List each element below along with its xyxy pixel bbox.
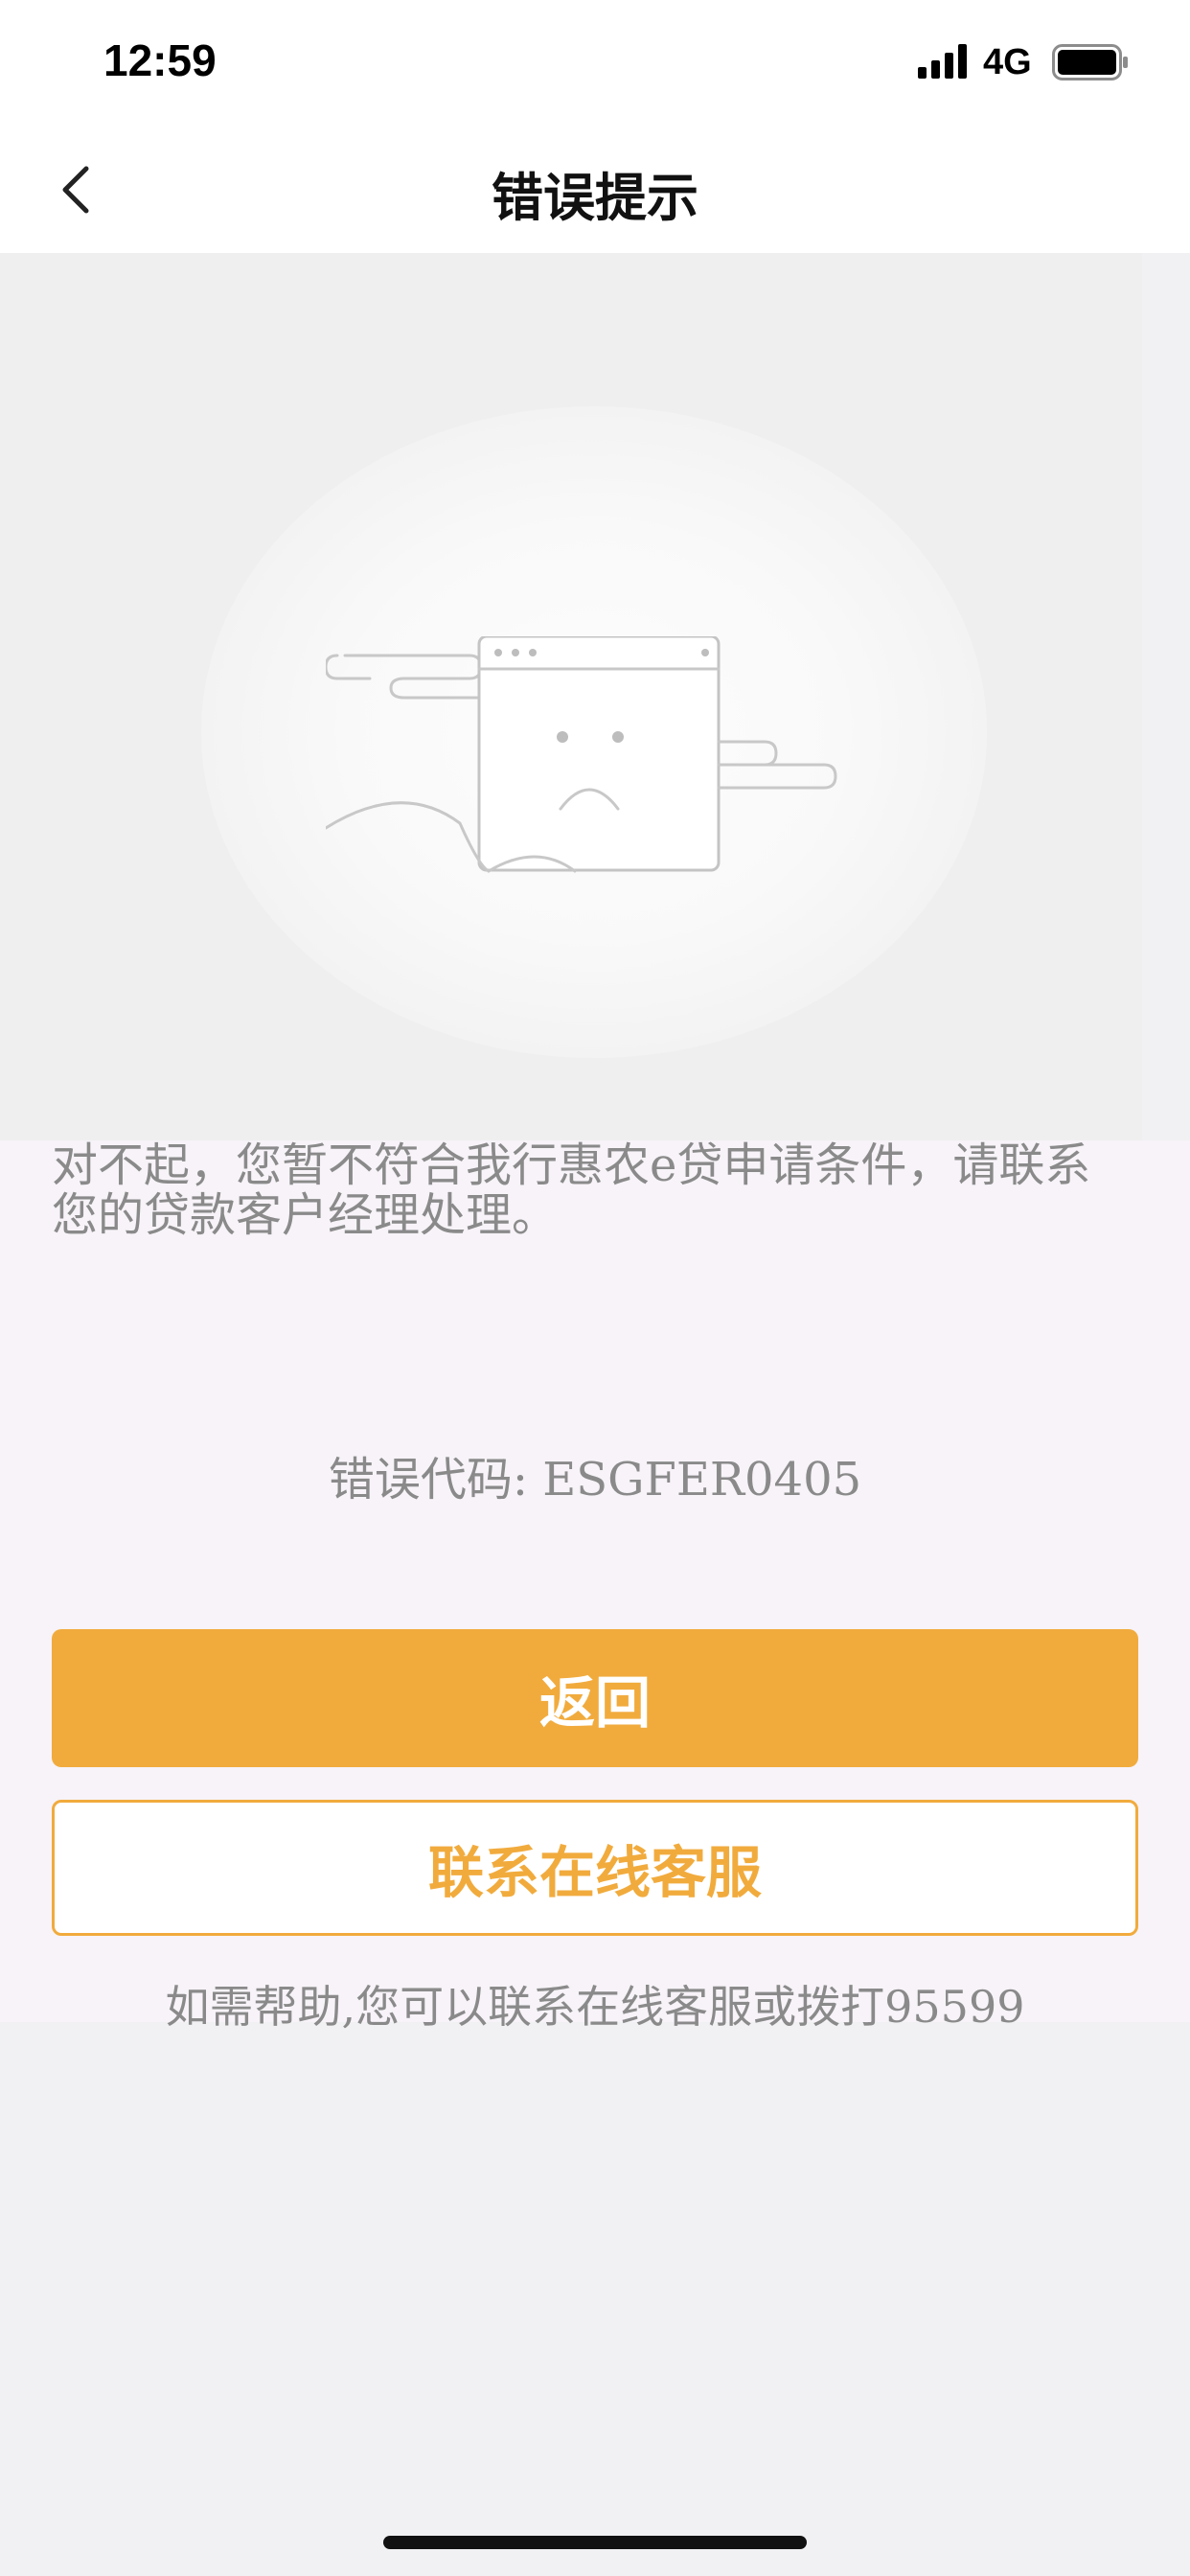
error-message: 对不起，您暂不符合我行惠农e贷申请条件，请联系您的贷款客户经理处理。: [52, 1138, 1091, 1242]
online-service-button[interactable]: 联系在线客服: [52, 1800, 1138, 1936]
battery-icon: [1052, 44, 1128, 80]
nav-bar: 错误提示: [0, 126, 1190, 253]
page-title: 错误提示: [492, 168, 698, 228]
status-time: 12:59: [103, 35, 217, 85]
error-code: 错误代码: ESGFER0405: [328, 1453, 862, 1506]
return-button[interactable]: 返回: [52, 1629, 1138, 1767]
error-content: 对不起，您暂不符合我行惠农e贷申请条件，请联系您的贷款客户经理处理。 错误代码:…: [0, 1138, 1190, 2033]
error-illustration-area: [0, 253, 1142, 1140]
help-text: 如需帮助,您可以联系在线客服或拨打95599: [165, 1981, 1025, 2033]
status-bar: 12:59 4G: [0, 0, 1190, 126]
sad-window-icon: [326, 636, 837, 873]
signal-icon: [918, 44, 967, 79]
network-label: 4G: [983, 42, 1032, 82]
home-indicator: [383, 2536, 807, 2549]
